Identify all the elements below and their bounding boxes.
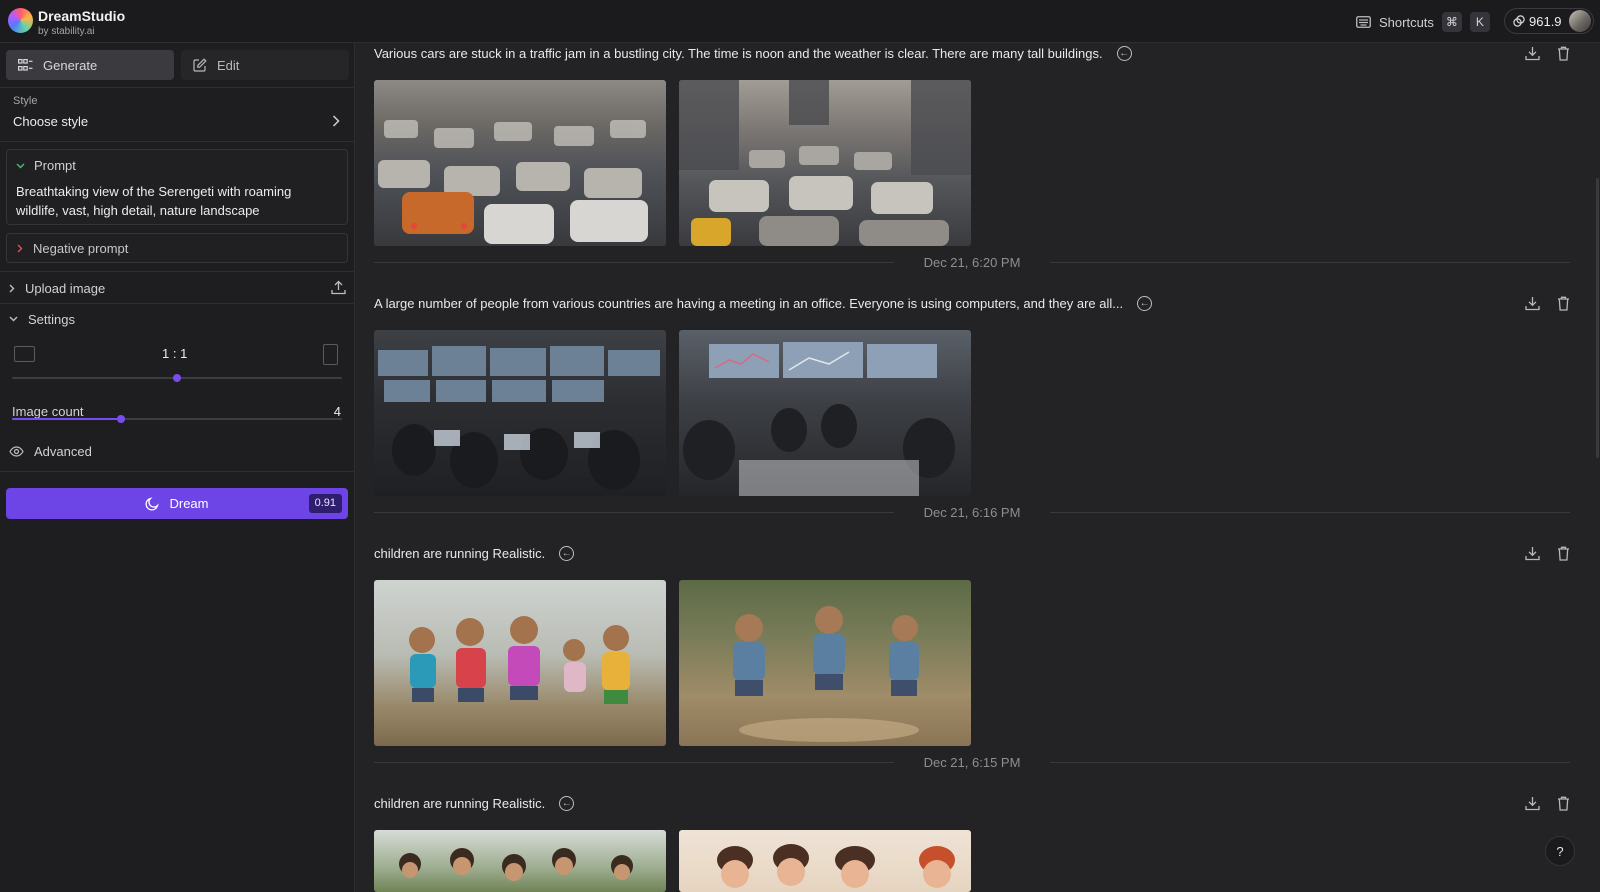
dream-cost-badge: 0.91 <box>308 494 342 513</box>
chevron-right-icon <box>9 284 15 293</box>
generation-prompt: children are running Realistic. ← <box>374 796 575 811</box>
download-icon[interactable] <box>1525 796 1540 811</box>
date-separator: Dec 21, 6:16 PM <box>374 505 1570 520</box>
image-count-slider-fill <box>12 418 121 420</box>
generation-feed: Various cars are stuck in a traffic jam … <box>356 43 1600 892</box>
generation-prompt: A large number of people from various co… <box>374 296 1153 311</box>
divider <box>1050 762 1570 763</box>
keyboard-icon <box>1356 16 1371 28</box>
scrollbar[interactable] <box>1596 178 1599 458</box>
image-count-slider-thumb[interactable] <box>116 415 125 423</box>
dream-label: Dream <box>169 496 209 511</box>
landscape-ratio-icon[interactable] <box>14 346 35 362</box>
top-bar: DreamStudio by stability.ai Shortcuts ⌘ … <box>0 0 1600 43</box>
style-label: Style <box>13 95 38 107</box>
divider <box>0 141 355 142</box>
reuse-prompt-icon[interactable]: ← <box>1137 296 1153 311</box>
download-icon[interactable] <box>1525 546 1540 561</box>
chevron-right-icon <box>17 244 23 253</box>
help-button[interactable]: ? <box>1545 836 1575 866</box>
aspect-ratio-control: 1 : 1 <box>12 344 342 365</box>
divider <box>1050 262 1570 263</box>
children-running-image[interactable] <box>374 580 666 746</box>
shortcuts-label: Shortcuts <box>1379 14 1434 30</box>
chevron-right-icon <box>332 115 340 127</box>
eye-icon <box>9 445 24 457</box>
credits-badge[interactable]: 961.9 <box>1504 8 1594 34</box>
image-count-label: Image count <box>12 404 84 419</box>
command-key: ⌘ <box>1441 12 1462 32</box>
generation-prompt: Various cars are stuck in a traffic jam … <box>374 46 1132 61</box>
edit-icon <box>193 58 207 72</box>
prompt-header[interactable]: Prompt <box>16 158 76 173</box>
dream-button[interactable]: Dream 0.91 <box>6 488 348 519</box>
tab-generate[interactable]: Generate <box>6 50 174 80</box>
app-name: DreamStudio <box>38 8 126 24</box>
prompt-panel: Prompt Breathtaking view of the Serenget… <box>6 149 348 225</box>
divider <box>0 271 355 272</box>
chevron-down-icon <box>9 316 18 322</box>
children-running-image[interactable] <box>374 830 666 892</box>
shortcuts-button[interactable]: Shortcuts ⌘ K <box>1356 12 1490 32</box>
children-running-image[interactable] <box>679 830 971 892</box>
traffic-jam-image[interactable] <box>679 80 971 246</box>
coins-icon <box>1513 15 1525 27</box>
prompt-label: Prompt <box>34 158 76 173</box>
aspect-ratio-value: 1 : 1 <box>162 346 188 361</box>
trash-icon[interactable] <box>1557 296 1570 311</box>
trash-icon[interactable] <box>1557 546 1570 561</box>
advanced-toggle[interactable]: Advanced <box>0 436 355 466</box>
moon-icon <box>145 496 160 511</box>
image-count-slider[interactable] <box>12 415 342 423</box>
prompt-textarea[interactable]: Breathtaking view of the Serengeti with … <box>16 182 336 220</box>
date-separator: Dec 21, 6:15 PM <box>374 755 1570 770</box>
sidebar: Generate Edit Style Choose style Prompt … <box>0 43 355 892</box>
trash-icon[interactable] <box>1557 46 1570 61</box>
settings-label: Settings <box>28 311 75 327</box>
trash-icon[interactable] <box>1557 796 1570 811</box>
credits-value: 961.9 <box>1529 13 1562 29</box>
user-avatar[interactable] <box>1569 10 1591 32</box>
advanced-label: Advanced <box>34 443 92 459</box>
negative-prompt-label: Negative prompt <box>33 240 129 256</box>
prompt-text: A large number of people from various co… <box>374 296 1124 311</box>
grid-icon <box>18 59 33 71</box>
reuse-prompt-icon[interactable]: ← <box>1116 46 1132 61</box>
negative-prompt-toggle[interactable]: Negative prompt <box>6 233 348 263</box>
upload-image-label: Upload image <box>25 280 106 296</box>
prompt-text: Various cars are stuck in a traffic jam … <box>374 46 1103 61</box>
aspect-ratio-slider[interactable] <box>12 374 342 382</box>
office-meeting-image[interactable] <box>679 330 971 496</box>
prompt-text: children are running Realistic. <box>374 546 546 561</box>
portrait-ratio-icon[interactable] <box>323 344 338 365</box>
k-key: K <box>1469 12 1490 32</box>
tab-edit[interactable]: Edit <box>181 50 349 80</box>
tab-generate-label: Generate <box>43 57 98 73</box>
app-byline: by stability.ai <box>38 26 95 37</box>
chevron-down-icon <box>16 163 25 169</box>
aspect-ratio-slider-thumb[interactable] <box>173 374 181 382</box>
generation-prompt: children are running Realistic. ← <box>374 546 575 561</box>
tab-edit-label: Edit <box>217 57 240 73</box>
office-meeting-image[interactable] <box>374 330 666 496</box>
upload-icon[interactable] <box>331 280 346 295</box>
reuse-prompt-icon[interactable]: ← <box>559 546 575 561</box>
image-count-value: 4 <box>333 404 341 419</box>
children-running-image[interactable] <box>679 580 971 746</box>
traffic-jam-image[interactable] <box>374 80 666 246</box>
download-icon[interactable] <box>1525 296 1540 311</box>
style-value: Choose style <box>13 114 89 129</box>
divider <box>1050 512 1570 513</box>
divider <box>0 87 355 88</box>
download-icon[interactable] <box>1525 46 1540 61</box>
upload-image-row[interactable]: Upload image <box>0 273 355 303</box>
divider <box>0 471 355 472</box>
date-separator: Dec 21, 6:20 PM <box>374 255 1570 270</box>
settings-toggle[interactable]: Settings <box>0 304 355 334</box>
reuse-prompt-icon[interactable]: ← <box>559 796 575 811</box>
prompt-text: children are running Realistic. <box>374 796 546 811</box>
dreamstudio-logo[interactable] <box>8 8 33 33</box>
